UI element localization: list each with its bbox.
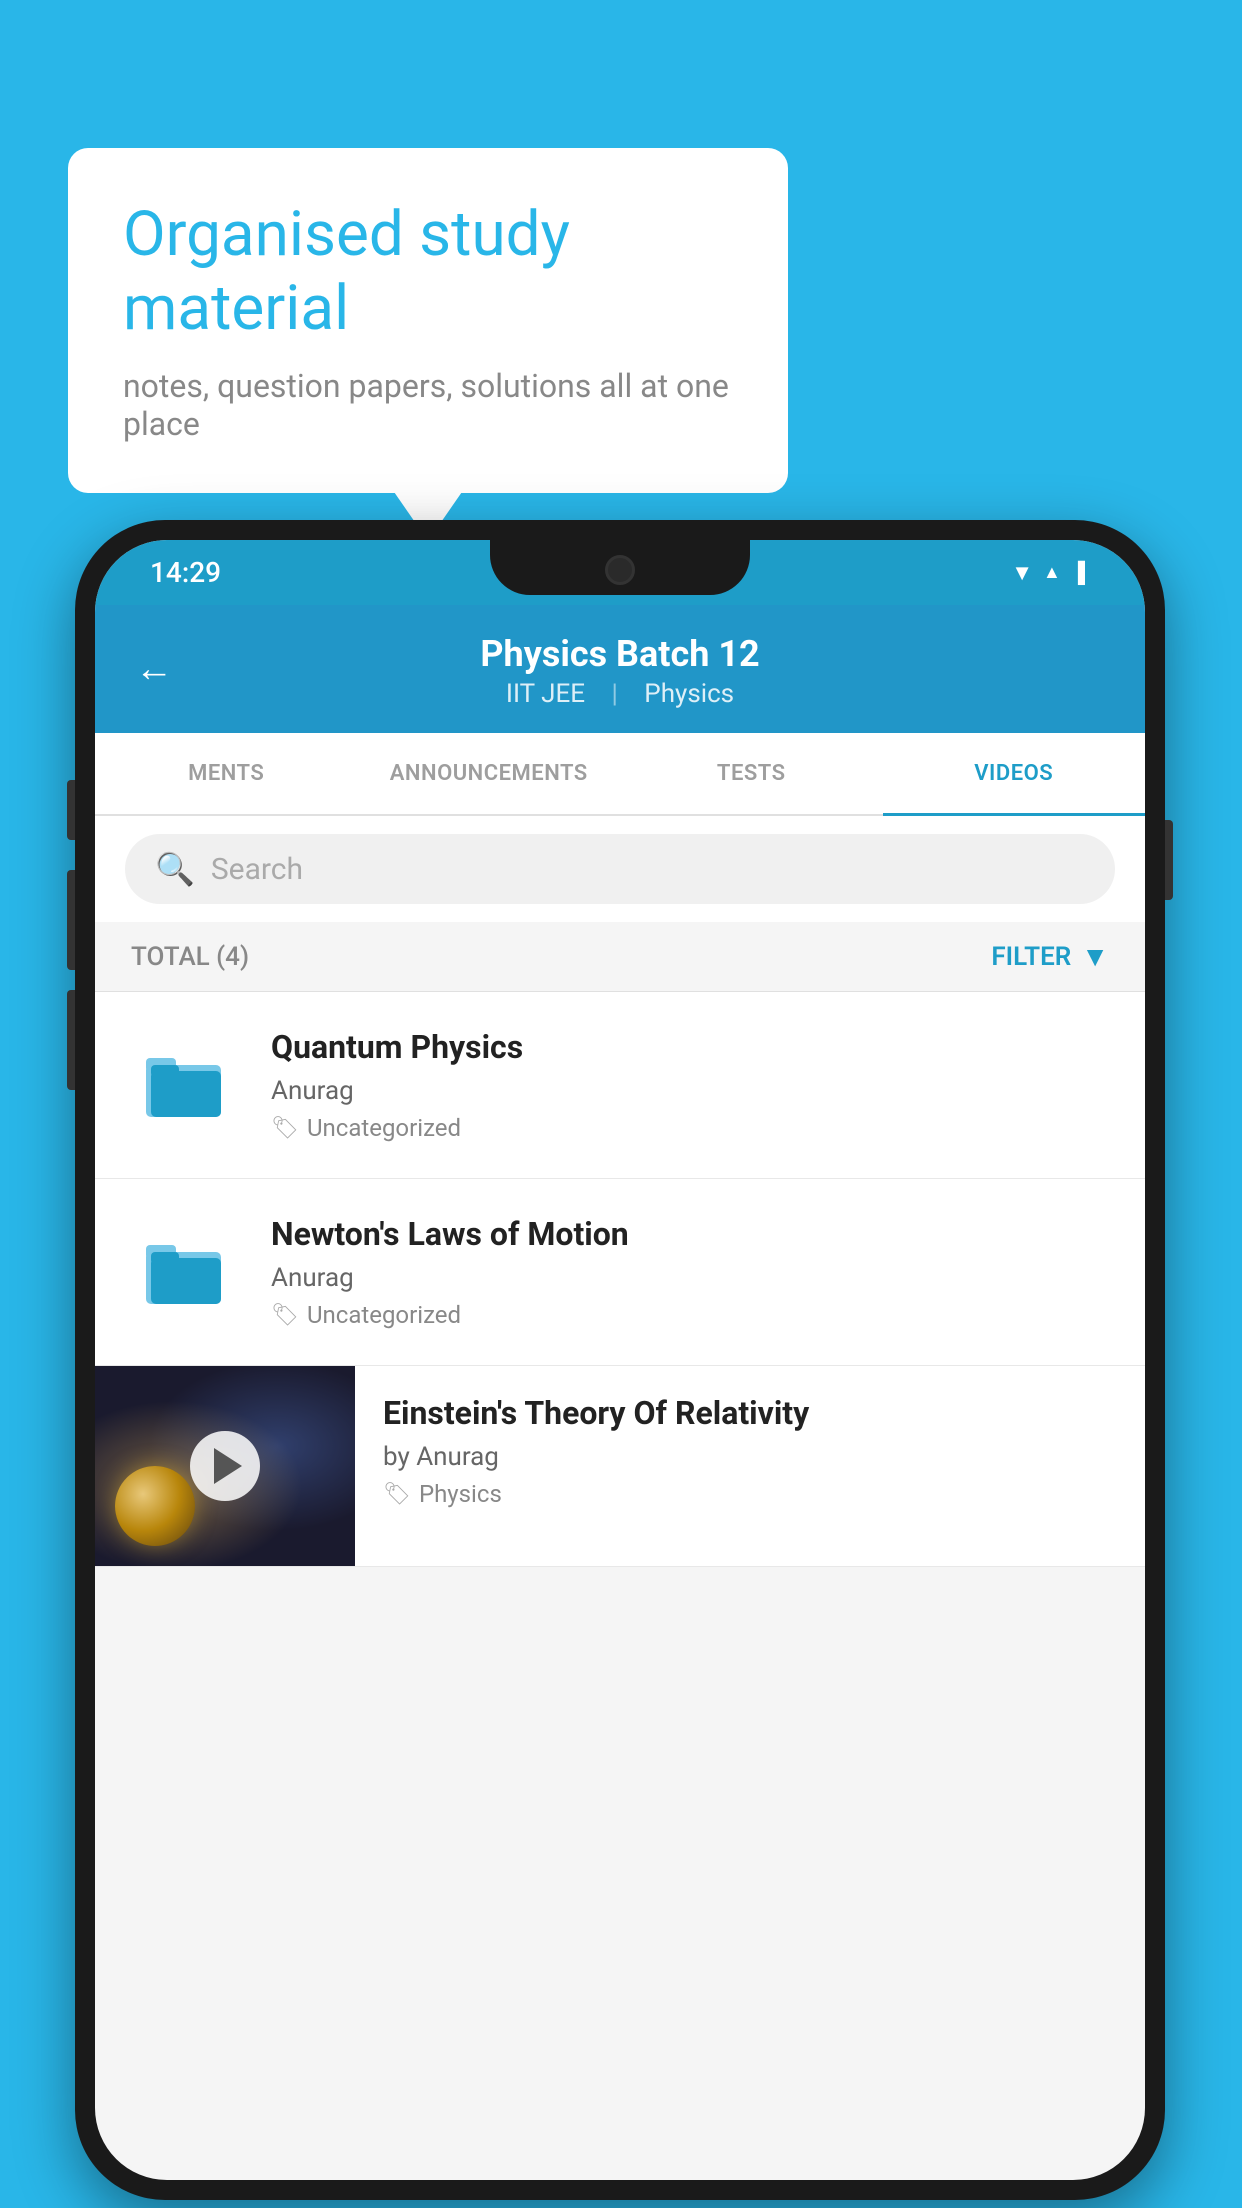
speech-bubble-title: Organised study material (123, 198, 733, 347)
folder-icon-1 (131, 1028, 241, 1138)
search-placeholder[interactable]: Search (211, 852, 303, 887)
phone-outer: 14:29 ▼ ▲ ▐ ← Physics Batch 12 IIT JEE |… (75, 520, 1165, 2200)
video-info-1: Quantum Physics Anurag 🏷 Uncategorized (271, 1028, 1109, 1142)
video-item-3[interactable]: Einstein's Theory Of Relativity by Anura… (95, 1366, 1145, 1567)
total-count: TOTAL (4) (131, 942, 249, 972)
video-info-2: Newton's Laws of Motion Anurag 🏷 Uncateg… (271, 1215, 1109, 1329)
volume-down-button (67, 990, 75, 1090)
status-icons: ▼ ▲ ▐ (1011, 560, 1085, 586)
back-button[interactable]: ← (135, 647, 173, 691)
tab-tests[interactable]: TESTS (620, 733, 883, 814)
phone-screen: 14:29 ▼ ▲ ▐ ← Physics Batch 12 IIT JEE |… (95, 540, 1145, 2180)
video-author-1: Anurag (271, 1076, 1109, 1106)
header-subtitle-part2: Physics (644, 679, 734, 709)
video-title-3: Einstein's Theory Of Relativity (383, 1394, 1117, 1432)
phone-mockup: 14:29 ▼ ▲ ▐ ← Physics Batch 12 IIT JEE |… (75, 520, 1165, 2200)
header-subtitle-divider: | (611, 679, 617, 709)
search-icon: 🔍 (155, 850, 195, 888)
tabs-bar: MENTS ANNOUNCEMENTS TESTS VIDEOS (95, 733, 1145, 816)
play-button-3[interactable] (190, 1431, 260, 1501)
volume-up-button (67, 870, 75, 970)
video-list: Quantum Physics Anurag 🏷 Uncategorized (95, 992, 1145, 1567)
thumb-planet (115, 1466, 195, 1546)
tab-announcements[interactable]: ANNOUNCEMENTS (358, 733, 621, 814)
mute-button (67, 780, 75, 840)
app-header: ← Physics Batch 12 IIT JEE | Physics (95, 605, 1145, 733)
tag-icon-2: 🏷 (271, 1303, 299, 1328)
tab-ments[interactable]: MENTS (95, 733, 358, 814)
filter-label: FILTER (991, 942, 1071, 972)
folder-icon-2 (131, 1215, 241, 1325)
play-triangle-icon (214, 1448, 242, 1484)
signal-icon: ▲ (1043, 562, 1061, 583)
battery-icon: ▐ (1071, 560, 1085, 585)
wifi-icon: ▼ (1011, 560, 1033, 586)
video-tag-2: 🏷 Uncategorized (271, 1301, 1109, 1329)
video-tag-1: 🏷 Uncategorized (271, 1114, 1109, 1142)
tag-icon-3: 🏷 (383, 1482, 411, 1507)
video-item-1[interactable]: Quantum Physics Anurag 🏷 Uncategorized (95, 992, 1145, 1179)
filter-button[interactable]: FILTER ▼ (991, 940, 1109, 973)
speech-bubble: Organised study material notes, question… (68, 148, 788, 493)
filter-icon: ▼ (1081, 940, 1109, 973)
phone-notch (490, 540, 750, 595)
header-subtitle: IIT JEE | Physics (496, 679, 744, 709)
filter-bar: TOTAL (4) FILTER ▼ (95, 922, 1145, 992)
video-title-1: Quantum Physics (271, 1028, 1109, 1066)
video-tag-3: 🏷 Physics (383, 1480, 1117, 1508)
tab-videos[interactable]: VIDEOS (883, 733, 1146, 814)
video-author-2: Anurag (271, 1263, 1109, 1293)
status-time: 14:29 (150, 556, 221, 589)
speech-bubble-wrapper: Organised study material notes, question… (68, 148, 788, 493)
power-button (1165, 820, 1173, 900)
speech-bubble-subtitle: notes, question papers, solutions all at… (123, 367, 733, 443)
tag-icon-1: 🏷 (271, 1116, 299, 1141)
video-thumbnail-3 (95, 1366, 355, 1566)
search-bar-wrapper: 🔍 Search (95, 816, 1145, 922)
camera (605, 555, 635, 585)
video-item-2[interactable]: Newton's Laws of Motion Anurag 🏷 Uncateg… (95, 1179, 1145, 1366)
header-subtitle-part1: IIT JEE (506, 679, 585, 709)
video-title-2: Newton's Laws of Motion (271, 1215, 1109, 1253)
video-info-3: Einstein's Theory Of Relativity by Anura… (355, 1366, 1145, 1536)
search-bar[interactable]: 🔍 Search (125, 834, 1115, 904)
header-title: Physics Batch 12 (480, 633, 759, 675)
video-author-3: by Anurag (383, 1442, 1117, 1472)
